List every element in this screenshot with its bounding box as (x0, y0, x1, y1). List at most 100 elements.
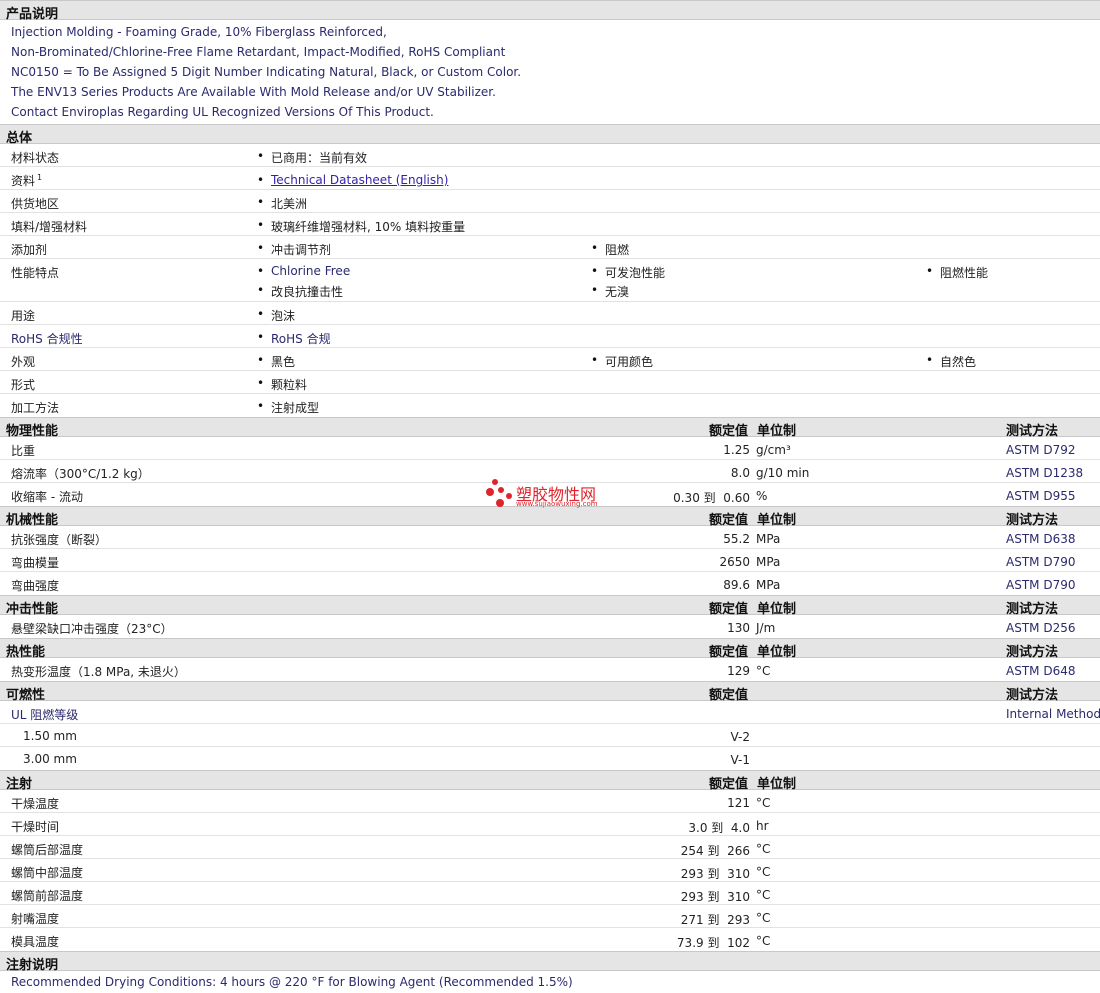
nominal-value: 254 到 266 (680, 844, 750, 858)
nominal-value: 55.2 (723, 532, 750, 546)
description-block: Injection Molding - Foaming Grade, 10% F… (0, 20, 1100, 124)
nominal-value: V-1 (730, 753, 750, 767)
test-method: ASTM D790 (1006, 555, 1076, 569)
property-label: 螺筒后部温度 (11, 843, 84, 857)
material-status-label: 材料状态 (11, 151, 60, 165)
property-label: 模具温度 (11, 935, 60, 949)
nominal-value: 1.25 (723, 443, 750, 457)
watermark-logo: 塑胶物性网 www.sujiaowuxing.com (486, 478, 626, 512)
nominal-value: 73.9 到 102 (676, 936, 750, 950)
property-label: 干燥时间 (11, 820, 60, 834)
feature-value: 改良抗撞击性 (257, 283, 343, 300)
property-row: 热变形温度（1.8 MPa, 未退火） 129 °C ASTM D648 (0, 658, 1100, 681)
property-row: 比重 1.25 g/cm³ ASTM D792 (0, 437, 1100, 460)
additive-value: 冲击调节剂 (257, 241, 331, 258)
row-features: 性能特点 Chlorine Free 可发泡性能 阻燃性能 改良抗撞击性 无溴 (0, 259, 1100, 302)
filler-label: 填料/增强材料 (11, 220, 88, 234)
unit-value: MPa (756, 555, 781, 569)
uses-value: 泡沫 (257, 307, 295, 324)
general-header: 总体 (0, 124, 1100, 146)
unit-value: hr (756, 819, 769, 833)
feature-value: 无溴 (591, 283, 629, 300)
processing-value: 注射成型 (257, 399, 319, 416)
property-label: 收缩率 - 流动 (11, 490, 83, 504)
flammability-header: 可燃性 额定值 测试方法 (0, 681, 1100, 703)
rohs-label: RoHS 合规性 (11, 332, 83, 346)
filler-value: 玻璃纤维增强材料, 10% 填料按重量 (257, 218, 465, 235)
additives-label: 添加剂 (11, 243, 48, 257)
nominal-value: 129 (727, 664, 750, 678)
description-header: 产品说明 (0, 0, 1100, 22)
property-row: 模具温度 73.9 到 102 °C (0, 928, 1100, 951)
property-row: 弯曲模量 2650 MPa ASTM D790 (0, 549, 1100, 572)
feature-value: Chlorine Free (257, 264, 350, 278)
nominal-value: 0.30 到 0.60 (673, 491, 750, 505)
row-additives: 添加剂 冲击调节剂 阻燃 (0, 236, 1100, 259)
row-availability: 供货地区 北美洲 (0, 190, 1100, 213)
technical-datasheet-link[interactable]: Technical Datasheet (English) (271, 173, 448, 187)
uses-label: 用途 (11, 309, 36, 323)
property-row: 干燥时间 3.0 到 4.0 hr (0, 813, 1100, 836)
form-value: 颗粒料 (257, 376, 307, 393)
nominal-value: V-2 (730, 730, 750, 744)
property-row: UL 阻燃等级 Internal Method (0, 701, 1100, 724)
row-literature: 资料1 Technical Datasheet (English) (0, 167, 1100, 190)
description-title: 产品说明 (6, 7, 59, 22)
property-row: 螺筒中部温度 293 到 310 °C (0, 859, 1100, 882)
description-line: The ENV13 Series Products Are Available … (11, 85, 496, 99)
unit-value: °C (756, 664, 771, 678)
property-label: 热变形温度（1.8 MPa, 未退火） (11, 665, 186, 679)
impact-header: 冲击性能 额定值 单位制 测试方法 (0, 595, 1100, 617)
property-label: 抗张强度（断裂） (11, 533, 108, 547)
nominal-value: 293 到 310 (680, 867, 750, 881)
test-method: ASTM D955 (1006, 489, 1076, 503)
unit-value: MPa (756, 578, 781, 592)
form-label: 形式 (11, 378, 36, 392)
injection-notes-title: 注射说明 (6, 958, 59, 973)
nominal-value: 89.6 (723, 578, 750, 592)
watermark-url: www.sujiaowuxing.com (516, 500, 598, 508)
nominal-value: 130 (727, 621, 750, 635)
property-row: 射嘴温度 271 到 293 °C (0, 905, 1100, 928)
row-appearance: 外观 黑色 可用颜色 自然色 (0, 348, 1100, 371)
watermark-dots-icon (486, 479, 512, 507)
property-row: 3.00 mm V-1 (0, 747, 1100, 770)
nominal-value: 8.0 (730, 466, 750, 480)
feature-value: 可发泡性能 (591, 264, 665, 281)
rohs-value: RoHS 合规 (257, 330, 331, 347)
appearance-value: 可用颜色 (591, 353, 653, 370)
test-method: Internal Method (1006, 707, 1100, 721)
property-row: 螺筒后部温度 254 到 266 °C (0, 836, 1100, 859)
property-label: 3.00 mm (23, 752, 77, 766)
property-label: 1.50 mm (23, 729, 77, 743)
material-status-value: 已商用：当前有效 (257, 149, 367, 166)
test-method: ASTM D638 (1006, 532, 1076, 546)
property-label: 螺筒中部温度 (11, 866, 84, 880)
appearance-label: 外观 (11, 355, 36, 369)
test-method: ASTM D1238 (1006, 466, 1084, 480)
unit-value: °C (756, 865, 771, 879)
injection-header: 注射 额定值 单位制 (0, 770, 1100, 792)
property-label: 比重 (11, 444, 36, 458)
nominal-value: 3.0 到 4.0 (688, 821, 750, 835)
literature-label: 资料 1 (11, 173, 43, 188)
nominal-value: 271 到 293 (680, 913, 750, 927)
property-label: 射嘴温度 (11, 912, 60, 926)
row-processing: 加工方法 注射成型 (0, 394, 1100, 417)
property-row: 干燥温度 121 °C (0, 790, 1100, 813)
unit-value: °C (756, 796, 771, 810)
unit-value: °C (756, 934, 771, 948)
description-line: Non-Brominated/Chlorine-Free Flame Retar… (11, 45, 506, 59)
property-label: 干燥温度 (11, 797, 60, 811)
property-row: 螺筒前部温度 293 到 310 °C (0, 882, 1100, 905)
nominal-value: 2650 (719, 555, 750, 569)
property-row: 1.50 mm V-2 (0, 724, 1100, 747)
nominal-value: 121 (727, 796, 750, 810)
unit-value: MPa (756, 532, 781, 546)
description-line: Contact Enviroplas Regarding UL Recogniz… (11, 105, 434, 119)
physical-header: 物理性能 额定值 单位制 测试方法 (0, 417, 1100, 439)
appearance-value: 自然色 (926, 353, 976, 370)
property-row: 弯曲强度 89.6 MPa ASTM D790 (0, 572, 1100, 595)
row-filler: 填料/增强材料 玻璃纤维增强材料, 10% 填料按重量 (0, 213, 1100, 236)
unit-value: °C (756, 888, 771, 902)
